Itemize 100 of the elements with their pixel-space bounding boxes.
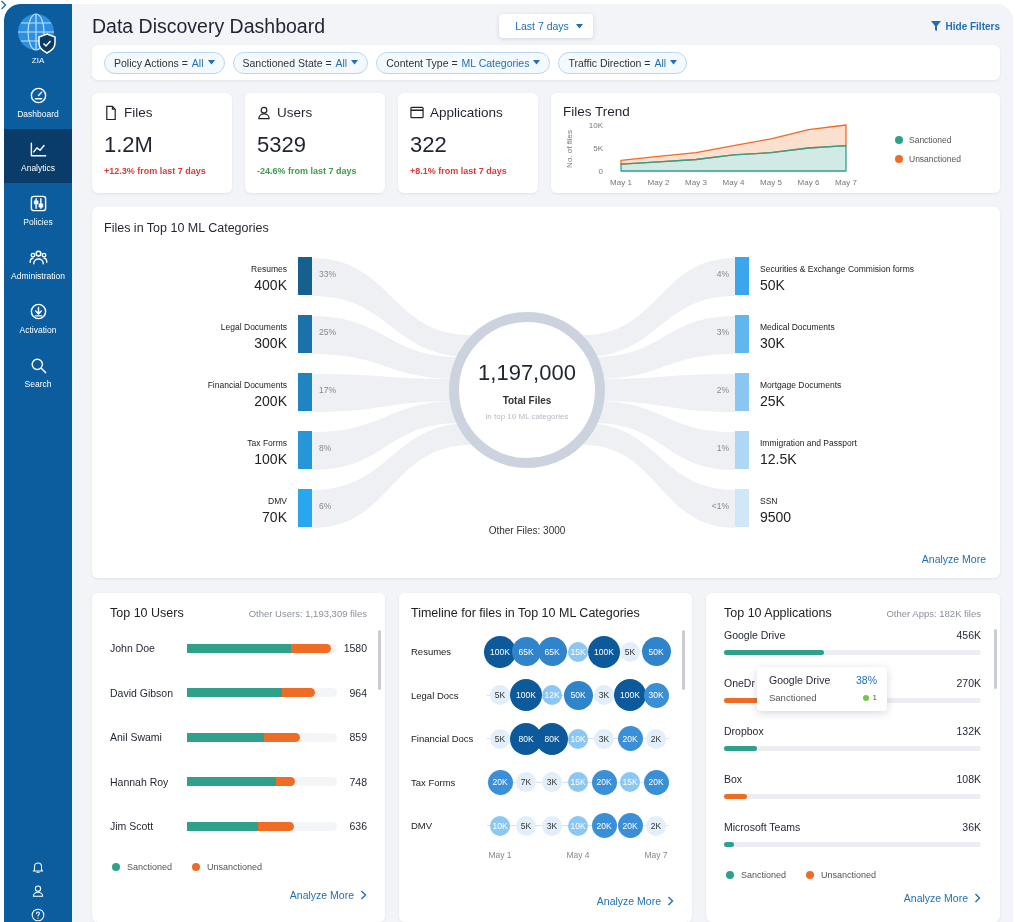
logo-label: ZIA bbox=[31, 56, 45, 65]
bell-icon[interactable] bbox=[31, 860, 45, 874]
category-name: Legal Documents bbox=[220, 322, 287, 332]
category-count: 400K bbox=[254, 277, 287, 293]
other-count: Other Apps: 182K files bbox=[886, 607, 981, 619]
file-count: 964 bbox=[348, 686, 367, 699]
percent-label: <1% bbox=[710, 500, 729, 513]
app-name: Box bbox=[724, 773, 743, 785]
nav-item[interactable]: Search bbox=[4, 345, 72, 399]
tick-label: 5K bbox=[593, 144, 603, 153]
kpi-change: -24.6% from last 7 days bbox=[257, 166, 358, 176]
file-count: 1580 bbox=[342, 642, 367, 655]
bubble: 50K bbox=[641, 637, 671, 667]
row-label: Legal Docs bbox=[411, 689, 459, 701]
bubble: 5K bbox=[490, 728, 510, 749]
card-title: Files bbox=[124, 105, 153, 120]
card-title: Users bbox=[277, 105, 313, 120]
axis-label: May 4 bbox=[566, 848, 590, 860]
file-count: 270K bbox=[956, 677, 981, 689]
tick-label: May 5 bbox=[760, 178, 782, 187]
bubble: 10K bbox=[490, 815, 510, 836]
tooltip-label: Sanctioned bbox=[769, 692, 818, 703]
filter-chip[interactable]: Sanctioned State = All bbox=[232, 51, 369, 74]
card-title: Applications bbox=[430, 105, 503, 120]
category-name: Medical Documents bbox=[760, 322, 835, 332]
bubble: 15K bbox=[620, 772, 640, 793]
bubble: 5K bbox=[620, 641, 640, 662]
nav-item[interactable]: Analytics bbox=[4, 129, 72, 183]
legend-label: Sanctioned bbox=[127, 861, 173, 872]
help-icon[interactable] bbox=[31, 908, 45, 922]
file-count: 456K bbox=[956, 629, 981, 641]
tick-label: May 4 bbox=[722, 178, 745, 187]
filter-chip[interactable]: Traffic Direction = All bbox=[558, 51, 688, 74]
category-count: 9500 bbox=[760, 509, 792, 525]
kpi-value: 1.2M bbox=[104, 132, 154, 158]
bubble: 2K bbox=[646, 728, 666, 749]
bubble: 20K bbox=[617, 726, 643, 752]
user-name: Jim Scott bbox=[110, 820, 155, 833]
legend-label: Unsanctioned bbox=[207, 861, 263, 872]
category-name: Immigration and Passport bbox=[760, 438, 857, 448]
scrollbar[interactable] bbox=[994, 629, 997, 689]
percent-label: 8% bbox=[319, 442, 333, 455]
funnel-icon bbox=[930, 21, 941, 31]
caret-icon bbox=[670, 60, 678, 65]
bubble: 7K bbox=[516, 772, 536, 793]
analyze-more-link[interactable]: Analyze More bbox=[903, 892, 981, 904]
category-name: Securities & Exchange Commision forms bbox=[760, 264, 914, 274]
bubble: 20K bbox=[643, 769, 669, 795]
caret-icon bbox=[533, 60, 541, 65]
nav-item[interactable]: Activation bbox=[4, 291, 72, 345]
analyze-more-link[interactable]: Analyze More bbox=[921, 553, 986, 565]
hide-filters-link[interactable]: Hide Filters bbox=[930, 20, 1000, 32]
app-name: OneDr bbox=[724, 677, 755, 689]
bubble: 2K bbox=[646, 815, 666, 836]
tick-label: May 1 bbox=[610, 178, 632, 187]
legend-label: Sanctioned bbox=[909, 135, 952, 145]
user-icon[interactable] bbox=[31, 884, 45, 898]
kpi-value: 5329 bbox=[257, 132, 307, 158]
analyze-more-link[interactable]: Analyze More bbox=[596, 895, 674, 907]
date-range-dropdown[interactable]: Last 7 days bbox=[499, 14, 593, 38]
other-files-label: Other Files: 3000 bbox=[488, 525, 566, 536]
filter-chip[interactable]: Content Type = ML Categories bbox=[376, 51, 551, 74]
chevron-icon bbox=[0, 0, 7, 10]
tooltip-title: Google Drive bbox=[769, 674, 832, 686]
analyze-more-link[interactable]: Analyze More bbox=[289, 888, 367, 901]
row-label: Financial Docs bbox=[411, 733, 474, 745]
legend-dot bbox=[895, 155, 903, 163]
axis-label: No. of files bbox=[565, 130, 574, 168]
legend-label: Sanctioned bbox=[741, 870, 787, 880]
file-count: 859 bbox=[348, 731, 367, 744]
bubble: 10K bbox=[568, 815, 588, 836]
scrollbar[interactable] bbox=[682, 630, 685, 690]
nav-item[interactable]: Dashboard bbox=[4, 75, 72, 129]
nav-item[interactable]: Administration bbox=[4, 237, 72, 291]
category-count: 12.5K bbox=[760, 451, 797, 467]
card-title: Top 10 Users bbox=[110, 606, 184, 620]
app-name: Microsoft Teams bbox=[724, 821, 801, 833]
card-title: Top 10 Applications bbox=[724, 606, 832, 620]
category-name: SSN bbox=[760, 496, 778, 506]
category-count: 70K bbox=[262, 509, 287, 525]
scrollbar[interactable] bbox=[378, 630, 381, 690]
bubble: 100K bbox=[484, 635, 516, 668]
caret-icon bbox=[207, 60, 215, 65]
nav-item[interactable]: Policies bbox=[4, 183, 72, 237]
page-title: Data Discovery Dashboard bbox=[92, 14, 327, 38]
caret-icon bbox=[575, 23, 583, 29]
download-circle-icon bbox=[28, 301, 48, 321]
tick-label: May 2 bbox=[647, 178, 670, 187]
percent-label: 25% bbox=[319, 326, 337, 339]
kpi-change: +8.1% from last 7 days bbox=[410, 166, 508, 176]
filter-chip[interactable]: Policy Actions = All bbox=[104, 51, 225, 74]
category-count: 50K bbox=[760, 277, 785, 293]
card-title: Files in Top 10 ML Categories bbox=[104, 221, 269, 235]
search-icon bbox=[28, 355, 48, 375]
bubble: 100K bbox=[614, 679, 646, 712]
bubble: 12K bbox=[542, 685, 562, 706]
window-icon bbox=[410, 105, 424, 120]
line-chart-icon bbox=[28, 139, 48, 159]
caret-icon bbox=[351, 60, 359, 65]
category-count: 100K bbox=[254, 451, 287, 467]
